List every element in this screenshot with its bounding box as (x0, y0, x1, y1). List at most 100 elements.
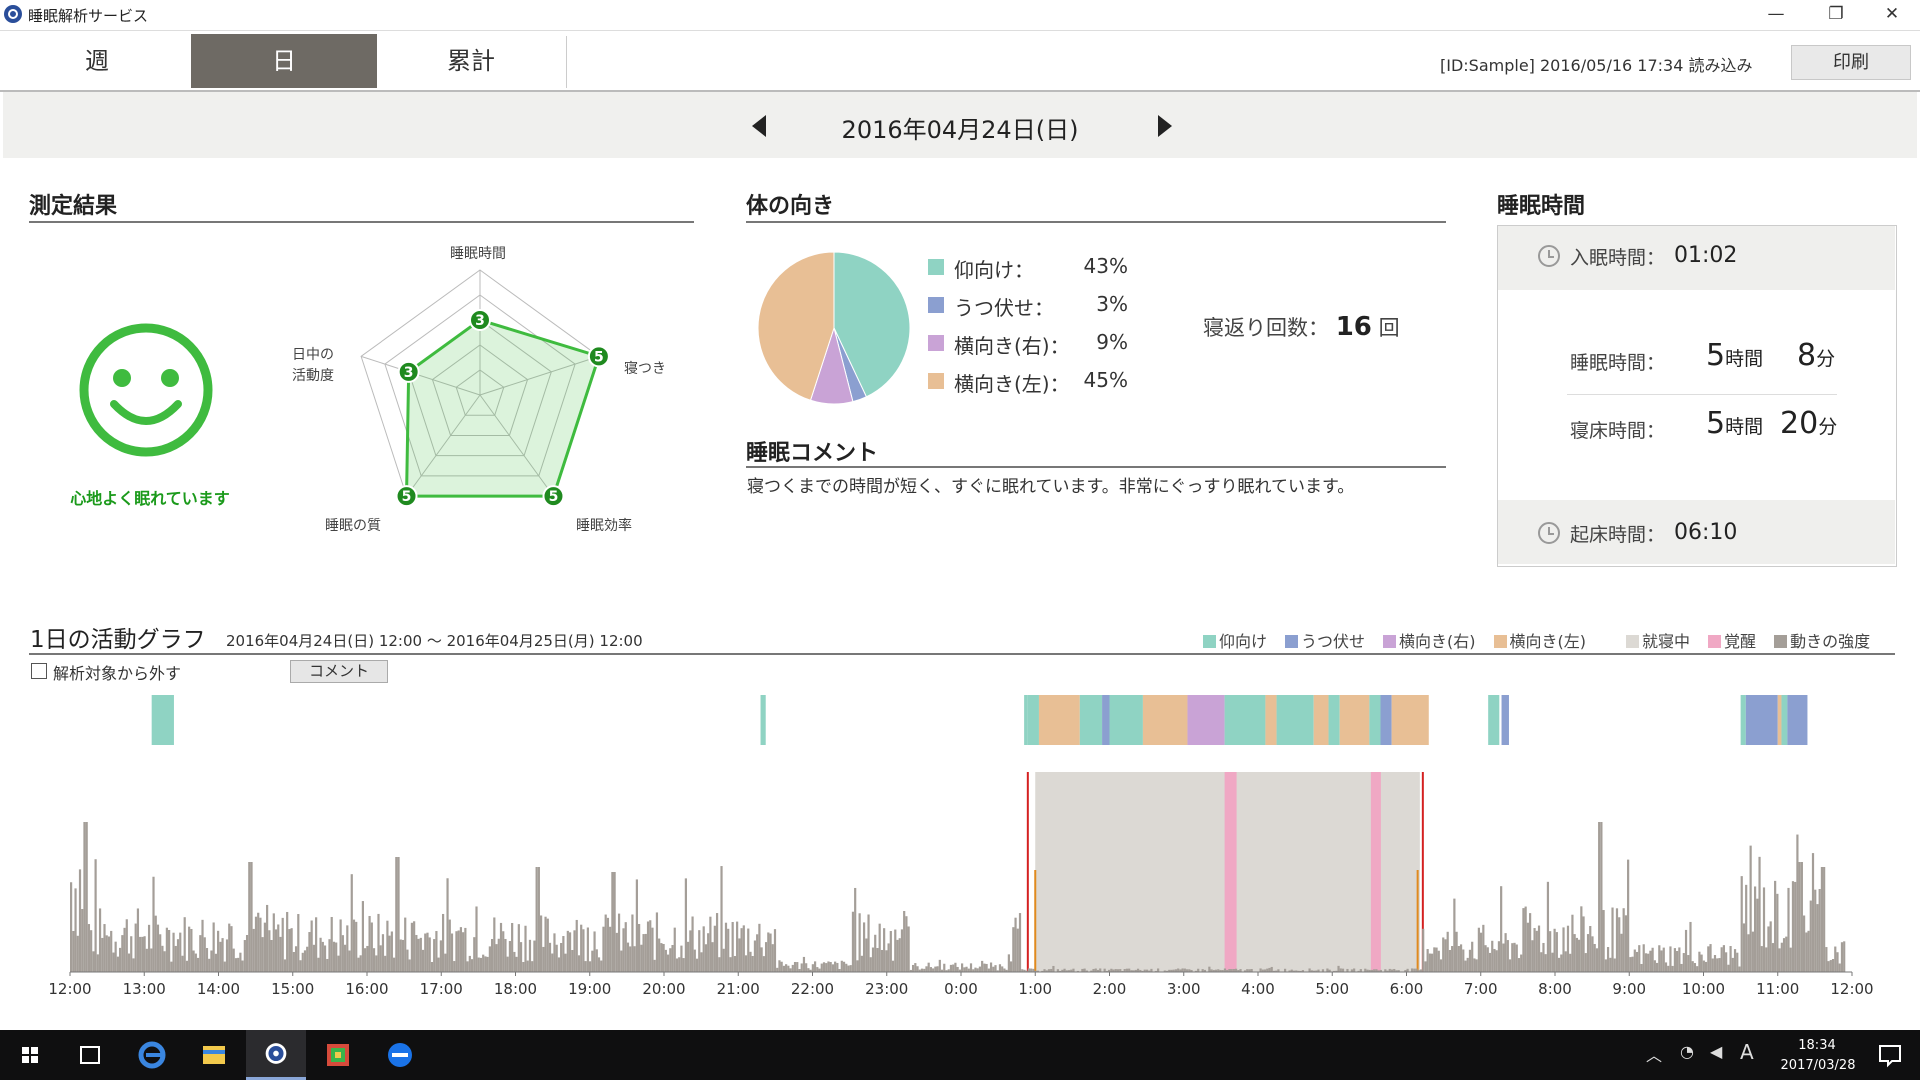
activity-bar (568, 932, 572, 972)
next-day-arrow-icon[interactable] (1152, 112, 1176, 140)
activity-bar (301, 952, 304, 972)
activity-bar (1814, 889, 1817, 972)
activity-bar (785, 964, 788, 972)
posture-segment (1102, 695, 1110, 745)
activity-bar (1733, 949, 1737, 972)
activity-bar (511, 922, 514, 972)
activity-bar (1660, 950, 1663, 972)
activity-bar (154, 915, 157, 972)
exclude-checkbox[interactable] (31, 663, 47, 679)
activity-bar (542, 946, 545, 972)
activity-bar (1825, 947, 1828, 972)
posture-segment (1265, 695, 1277, 745)
activity-bar (261, 937, 264, 972)
activity-bar (727, 928, 730, 972)
tray-chevron-icon[interactable]: ︿ (1646, 1042, 1662, 1066)
activity-bar (1495, 950, 1498, 972)
activity-bar (1836, 952, 1839, 972)
activity-bar (793, 961, 797, 972)
legend-swatch (1383, 635, 1397, 648)
activity-bar (595, 949, 598, 972)
activity-bar (700, 952, 703, 972)
bed-minutes-value: 20分 (1780, 406, 1837, 441)
activity-bar (519, 942, 523, 972)
activity-bar (341, 935, 344, 972)
activity-bar (274, 929, 278, 972)
restore-button[interactable]: ❐ (1808, 0, 1864, 30)
activity-bar (1099, 968, 1102, 972)
legend-row-side-left: 横向き(左)： 45% (928, 368, 1148, 406)
activity-bar (1782, 938, 1786, 972)
activity-bar (90, 930, 93, 972)
activity-bar (1515, 944, 1518, 972)
network-icon[interactable]: ◔ (1680, 1042, 1694, 1061)
task-view-icon[interactable] (60, 1030, 120, 1080)
activity-bar (856, 960, 859, 972)
comment-button[interactable]: コメント (290, 660, 388, 683)
windows-start-icon[interactable] (0, 1030, 60, 1080)
activity-bar (1709, 944, 1712, 972)
sleep-divider (1567, 394, 1837, 395)
edge-icon[interactable] (122, 1030, 182, 1080)
activity-bar (1809, 900, 1812, 972)
activity-bar (392, 957, 396, 972)
activity-bar (1549, 931, 1552, 972)
activity-bar (317, 957, 320, 972)
activity-bar (557, 957, 561, 972)
volume-muted-icon[interactable]: ◀ (1710, 1042, 1722, 1061)
title-bar (0, 0, 1920, 31)
activity-bar (1727, 964, 1730, 972)
activity-bar (183, 917, 186, 972)
sleep-minutes: 8 (1797, 338, 1817, 373)
clock-date[interactable]: 2017/03/28 (1770, 1058, 1866, 1073)
activity-bar (1266, 968, 1269, 972)
activity-bar (484, 956, 487, 972)
activity-bar (1776, 893, 1779, 972)
prev-day-arrow-icon[interactable] (748, 112, 772, 140)
activity-bar (453, 961, 456, 972)
minimize-button[interactable]: — (1748, 0, 1804, 30)
ime-indicator[interactable]: A (1740, 1040, 1754, 1064)
activity-bar (319, 937, 322, 972)
activity-bar (731, 922, 734, 972)
activity-bar (359, 955, 362, 972)
activity-bar (1517, 958, 1521, 972)
paint-icon[interactable] (308, 1030, 368, 1080)
legend-label: 覚醒 (1724, 632, 1757, 651)
posture-title: 体の向き (746, 194, 835, 219)
activity-bar (1537, 925, 1541, 972)
notification-icon[interactable] (1860, 1030, 1920, 1080)
activity-bar (1627, 859, 1630, 972)
x-tick-label: 20:00 (642, 980, 685, 998)
activity-bar (834, 961, 837, 972)
activity-bar (397, 857, 400, 972)
close-button[interactable]: ✕ (1864, 0, 1920, 30)
tab-day[interactable]: 日 (191, 34, 377, 88)
activity-bar (1662, 947, 1665, 972)
activity-bar (829, 962, 832, 972)
activity-bar (1533, 928, 1536, 972)
activity-bar (410, 922, 414, 972)
activity-bar (441, 913, 445, 972)
activity-bar (1676, 950, 1679, 972)
file-explorer-icon[interactable] (184, 1030, 244, 1080)
activity-bar (408, 959, 411, 972)
activity-bar (617, 913, 621, 972)
x-tick-label: 13:00 (123, 980, 166, 998)
radar-label-daytime-activity: 日中の 活動度 (292, 347, 334, 384)
tab-week[interactable]: 週 (4, 34, 190, 88)
activity-rule (29, 653, 1895, 655)
activity-bar (248, 862, 251, 972)
activity-bar (228, 923, 231, 972)
tab-cumulative[interactable]: 累計 (378, 34, 564, 88)
legend-swatch (1708, 635, 1722, 648)
activity-bar (1787, 887, 1790, 972)
print-button[interactable]: 印刷 (1791, 45, 1911, 80)
activity-bar (905, 916, 908, 972)
activity-bar (208, 958, 211, 972)
teamviewer-icon[interactable] (370, 1030, 430, 1080)
activity-bar (1687, 955, 1690, 972)
sleep-app-icon[interactable] (246, 1030, 306, 1080)
activity-bar (1613, 958, 1616, 972)
clock-time[interactable]: 18:34 (1792, 1038, 1842, 1053)
